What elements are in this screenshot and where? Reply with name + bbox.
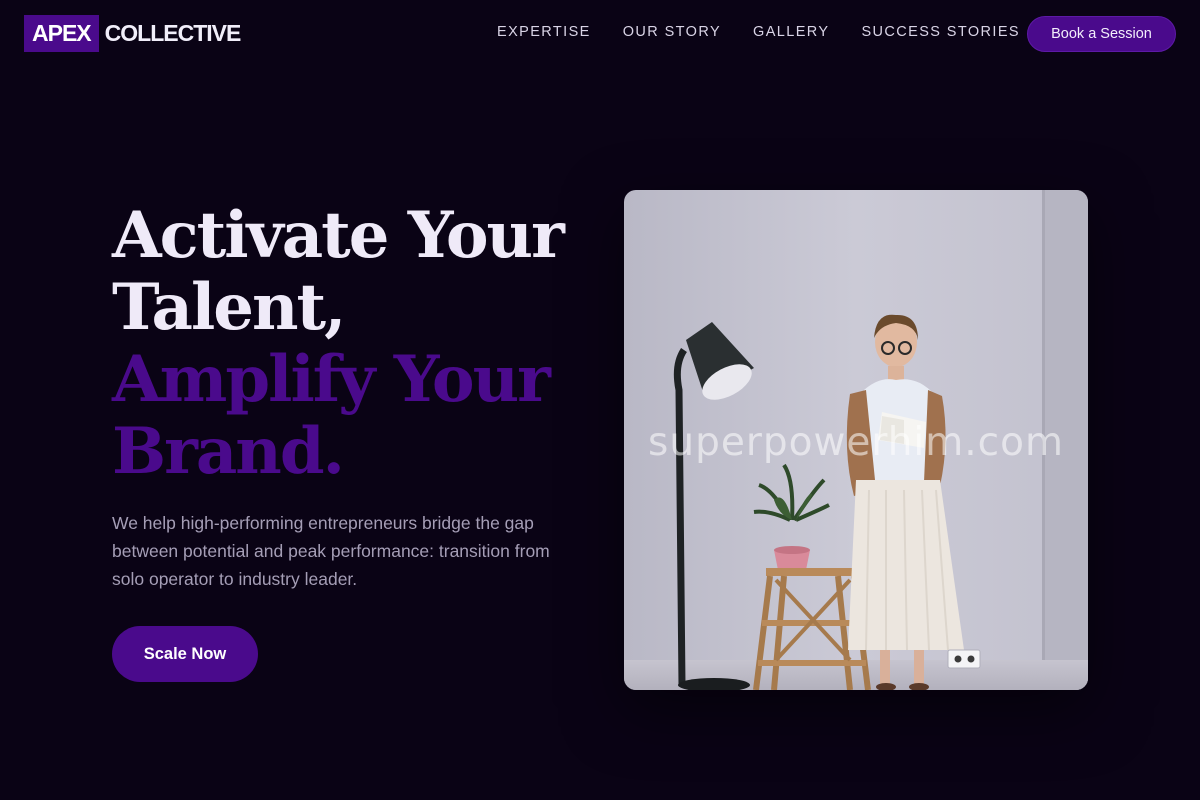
landing-page: APEX COLLECTIVE EXPERTISE OUR STORY GALL… — [0, 0, 1200, 800]
nav-link-gallery[interactable]: GALLERY — [753, 24, 829, 40]
nav-link-our-story[interactable]: OUR STORY — [623, 24, 721, 40]
hero-title-line-3: Amplify Your — [112, 342, 551, 417]
nav-links: EXPERTISE OUR STORY GALLERY SUCCESS STOR… — [497, 24, 1052, 40]
nav-link-expertise[interactable]: EXPERTISE — [497, 24, 591, 40]
hero-title-line-2: Talent, — [112, 270, 346, 345]
hero-title-line-4: Brand. — [112, 414, 345, 489]
top-nav: APEX COLLECTIVE EXPERTISE OUR STORY GALL… — [0, 0, 1200, 68]
logo-mark: APEX — [24, 15, 99, 52]
hero-title-line-1: Activate Your — [112, 198, 565, 273]
brand-logo[interactable]: APEX COLLECTIVE — [24, 15, 242, 52]
hero-photo: superpowerhim.com — [624, 190, 1088, 690]
logo-wordmark: COLLECTIVE — [104, 20, 242, 46]
nav-link-success-stories[interactable]: SUCCESS STORIES — [861, 24, 1020, 40]
book-session-button[interactable]: Book a Session — [1027, 16, 1176, 52]
hero-title: Activate Your Talent, Amplify Your Brand… — [112, 200, 582, 488]
scale-now-button[interactable]: Scale Now — [112, 626, 258, 682]
image-watermark: superpowerhim.com — [648, 420, 1064, 465]
hero-description: We help high-performing entrepreneurs br… — [112, 513, 550, 589]
